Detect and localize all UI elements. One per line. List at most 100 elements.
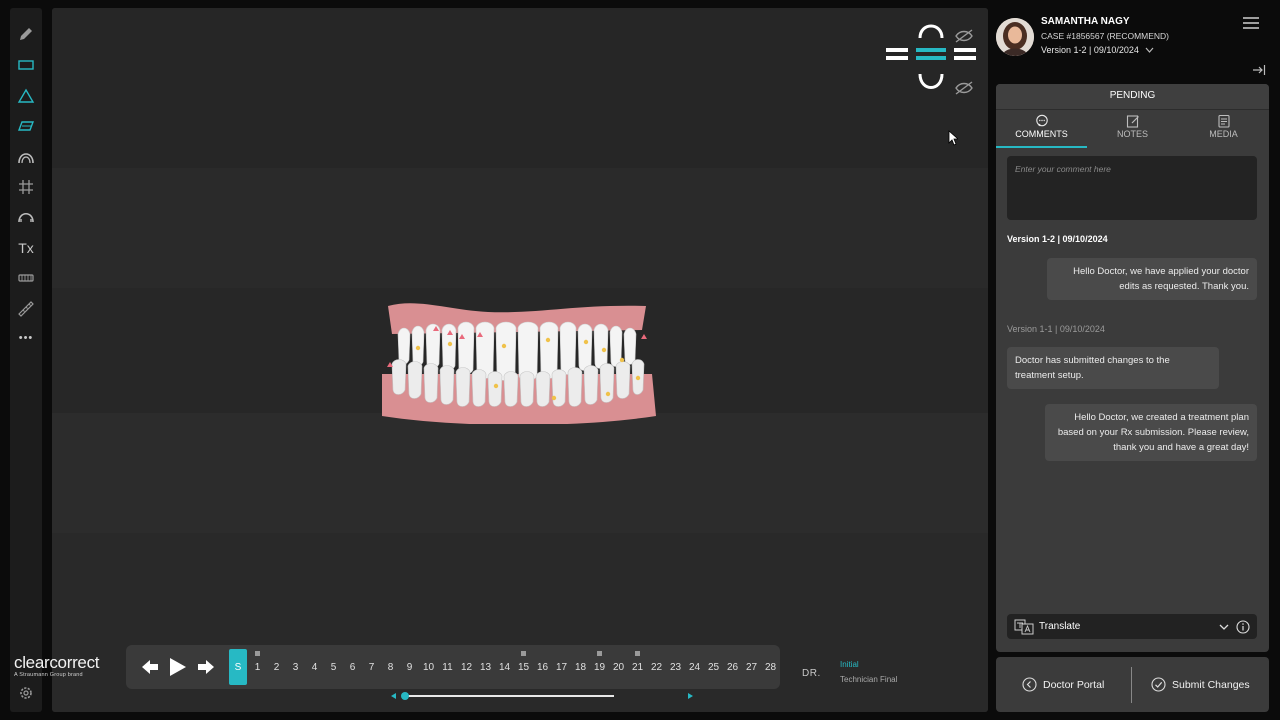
tab-media[interactable]: MEDIA: [1178, 110, 1269, 148]
stage-number: 10: [422, 661, 435, 673]
jaw-visibility-control[interactable]: [884, 18, 980, 98]
stage-item[interactable]: 1: [248, 645, 267, 689]
previous-stage-button[interactable]: [140, 657, 160, 677]
pencil-icon[interactable]: [14, 22, 38, 46]
next-stage-button[interactable]: [196, 657, 216, 677]
version-heading: Version 1-1 | 09/10/2024: [1007, 324, 1105, 334]
stage-item[interactable]: 12: [457, 645, 476, 689]
3d-viewport[interactable]: [52, 8, 988, 712]
tx-tool[interactable]: Tx: [14, 236, 38, 260]
chevron-down-icon: [1145, 47, 1154, 53]
play-button[interactable]: [167, 657, 187, 677]
stage-item[interactable]: 15: [514, 645, 533, 689]
triangle-icon[interactable]: [14, 84, 38, 108]
stage-number: 16: [536, 661, 549, 673]
stage-number: 2: [273, 661, 280, 673]
parallelogram-icon[interactable]: [14, 114, 38, 138]
translate-dropdown[interactable]: Translate: [1007, 614, 1257, 639]
stage-item[interactable]: 3: [286, 645, 305, 689]
chevron-down-icon[interactable]: [1219, 624, 1229, 630]
stage-list: 1 2 3 4 5 6 7 8 9 10 11 12 13 14 15 16 17 18 19 20 21 22 23 24 2…: [248, 645, 780, 689]
rectangle-icon[interactable]: [14, 53, 38, 77]
comment-input[interactable]: [1007, 156, 1257, 220]
legend-technician-final[interactable]: Technician Final: [840, 675, 897, 684]
stage-item[interactable]: 13: [476, 645, 495, 689]
stage-slider[interactable]: [390, 690, 693, 702]
stage-item[interactable]: 16: [533, 645, 552, 689]
gear-icon[interactable]: [14, 681, 38, 705]
stage-marker: [635, 651, 640, 656]
stage-number: 7: [368, 661, 375, 673]
stage-item[interactable]: 8: [381, 645, 400, 689]
stage-number: 13: [479, 661, 492, 673]
stage-number: 26: [726, 661, 739, 673]
arch-icon[interactable]: [14, 145, 38, 169]
stage-item[interactable]: 27: [742, 645, 761, 689]
stage-item[interactable]: 24: [685, 645, 704, 689]
logo-text: clearcorrect: [14, 653, 100, 672]
action-bar: Doctor Portal Submit Changes: [996, 657, 1269, 712]
stage-start-button[interactable]: S: [229, 649, 247, 685]
stage-number: 9: [406, 661, 413, 673]
info-icon[interactable]: [1236, 620, 1250, 634]
stage-item[interactable]: 14: [495, 645, 514, 689]
hamburger-menu-icon[interactable]: [1242, 16, 1260, 30]
stage-item[interactable]: 28: [761, 645, 780, 689]
left-toolbar: Tx •••: [10, 8, 42, 712]
stage-number: 21: [631, 661, 644, 673]
case-id: CASE #1856567 (RECOMMEND): [1041, 31, 1170, 41]
avatar[interactable]: [996, 18, 1034, 56]
jaw-toggle-icon[interactable]: [884, 18, 980, 98]
stage-item[interactable]: 18: [571, 645, 590, 689]
stage-item[interactable]: 23: [666, 645, 685, 689]
stage-item[interactable]: 7: [362, 645, 381, 689]
viewport-band: [52, 413, 988, 533]
tab-comments-label: COMMENTS: [1015, 129, 1068, 139]
dr-label: DR.: [802, 668, 821, 679]
slider-right-arrow-icon[interactable]: [686, 692, 694, 700]
slider-handle[interactable]: [401, 692, 409, 700]
more-icon[interactable]: •••: [14, 326, 38, 350]
legend-initial[interactable]: Initial: [840, 660, 859, 669]
stage-item[interactable]: 5: [324, 645, 343, 689]
grid-icon[interactable]: [14, 175, 38, 199]
stage-item[interactable]: 10: [419, 645, 438, 689]
stage-item[interactable]: 21: [628, 645, 647, 689]
stage-item[interactable]: 9: [400, 645, 419, 689]
submit-changes-button[interactable]: Submit Changes: [1151, 657, 1250, 712]
comments-panel: PENDING COMMENTS NOTES MEDIA Version 1-2…: [996, 84, 1269, 652]
stage-number: 5: [330, 661, 337, 673]
dental-model[interactable]: [378, 294, 658, 424]
stage-item[interactable]: 11: [438, 645, 457, 689]
slider-track[interactable]: [404, 695, 614, 697]
case-status: PENDING: [996, 84, 1269, 110]
stage-item[interactable]: 17: [552, 645, 571, 689]
teeth-icon[interactable]: [14, 266, 38, 290]
stage-item[interactable]: 4: [305, 645, 324, 689]
arrow-left-icon: [142, 660, 158, 674]
stage-item[interactable]: 19: [590, 645, 609, 689]
version-dropdown-value: Version 1-2 | 09/10/2024: [1041, 45, 1139, 55]
stage-item[interactable]: 6: [343, 645, 362, 689]
app-window: Tx ••• clearcorrect A Straumann Group br…: [0, 0, 1280, 720]
slider-left-arrow-icon[interactable]: [390, 692, 398, 700]
user-name: SAMANTHA NAGY: [1041, 16, 1130, 27]
stage-number: 8: [387, 661, 394, 673]
stage-item[interactable]: 20: [609, 645, 628, 689]
tab-comments[interactable]: COMMENTS: [996, 110, 1087, 148]
stage-item[interactable]: 26: [723, 645, 742, 689]
stage-item[interactable]: 22: [647, 645, 666, 689]
right-panel: SAMANTHA NAGY CASE #1856567 (RECOMMEND) …: [988, 0, 1280, 720]
version-dropdown[interactable]: Version 1-2 | 09/10/2024: [1041, 45, 1154, 55]
arrow-right-icon: [198, 660, 214, 674]
ruler-icon[interactable]: [14, 297, 38, 321]
submit-changes-label: Submit Changes: [1172, 678, 1250, 691]
upper-arch-icon[interactable]: [14, 205, 38, 229]
stage-number: 25: [707, 661, 720, 673]
stage-item[interactable]: 2: [267, 645, 286, 689]
doctor-portal-button[interactable]: Doctor Portal: [1022, 657, 1104, 712]
stage-item[interactable]: 25: [704, 645, 723, 689]
collapse-panel-icon[interactable]: [1252, 64, 1266, 76]
stage-number: 3: [292, 661, 299, 673]
tab-notes[interactable]: NOTES: [1087, 110, 1178, 148]
